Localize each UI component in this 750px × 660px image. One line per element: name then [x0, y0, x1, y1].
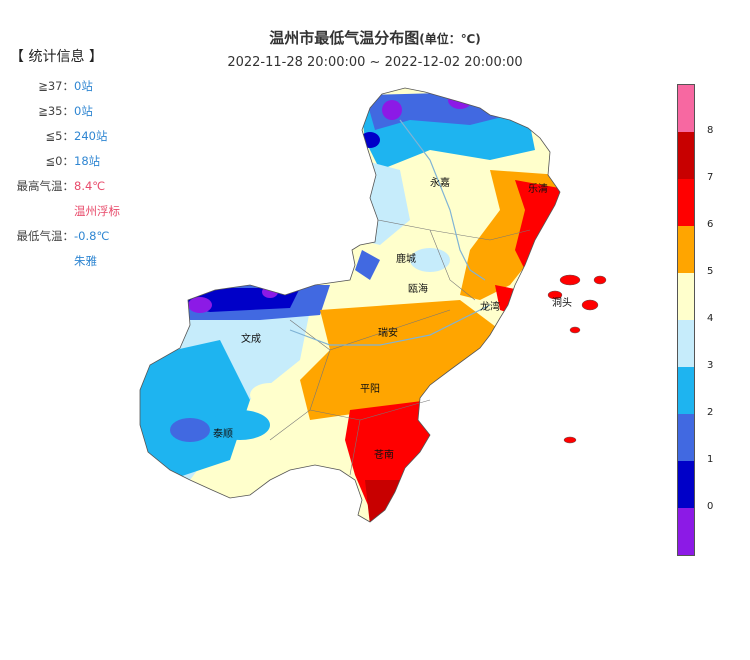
- legend-label: 5: [707, 266, 714, 277]
- legend-label: 6: [707, 219, 714, 230]
- legend-swatch: [678, 273, 694, 320]
- legend-label: 8: [707, 125, 714, 136]
- city-label: 鹿城: [396, 252, 416, 265]
- max-temp-station-link[interactable]: 温州浮标: [74, 199, 120, 224]
- title-unit: (单位：℃): [419, 32, 481, 46]
- city-label: 文成: [241, 332, 261, 345]
- city-label: 洞头: [552, 297, 572, 309]
- stat-value: 240站: [74, 129, 108, 143]
- legend-swatch: [678, 85, 694, 132]
- legend-swatch: [678, 461, 694, 508]
- legend-label: 7: [707, 172, 714, 183]
- legend-swatch: [678, 226, 694, 273]
- legend-label: 4: [707, 313, 714, 324]
- map-title: 温州市最低气温分布图(单位：℃): [0, 27, 750, 48]
- min-temp-station-link[interactable]: 朱雅: [74, 249, 97, 274]
- stat-label: [10, 199, 74, 224]
- city-label: 永嘉: [430, 176, 450, 189]
- stat-label: 最低气温：: [16, 229, 75, 243]
- legend-swatch: [678, 508, 694, 555]
- city-label: 平阳: [360, 383, 380, 395]
- city-label: 龙湾: [480, 300, 500, 313]
- temperature-map: 永嘉 乐清 鹿城 瓯海 龙湾 洞头 文成 瑞安 平阳 泰顺 苍南: [139, 87, 607, 523]
- legend-swatch: [678, 179, 694, 226]
- stat-value: 0站: [74, 104, 93, 118]
- stat-label: ≦5：: [45, 129, 74, 143]
- city-label: 瑞安: [378, 326, 398, 339]
- legend-label: 3: [707, 360, 714, 371]
- legend-label: 0: [707, 501, 714, 512]
- legend-swatch: [678, 367, 694, 414]
- stats-heading: 【 统计信息 】: [10, 49, 103, 65]
- legend-label: 1: [707, 454, 714, 465]
- city-label: 瓯海: [408, 282, 428, 295]
- legend-label: 2: [707, 407, 714, 418]
- legend-swatch: [678, 132, 694, 179]
- stat-label: 最高气温：: [16, 179, 75, 193]
- max-temp-value: 8.4℃: [74, 179, 106, 193]
- title-text: 温州市最低气温分布图: [269, 29, 420, 47]
- min-temp-value: -0.8℃: [74, 229, 110, 243]
- city-label: 苍南: [374, 448, 394, 461]
- legend-swatch: [678, 320, 694, 367]
- stat-label: ≧35：: [38, 104, 74, 118]
- stat-label: [10, 249, 74, 274]
- stat-value: 0站: [74, 79, 93, 93]
- stat-label: ≧37：: [38, 79, 74, 93]
- stat-value: 18站: [74, 154, 101, 168]
- city-label: 泰顺: [213, 427, 233, 440]
- city-label: 乐清: [528, 182, 548, 195]
- legend-swatch: [678, 414, 694, 461]
- legend-colorbar: [677, 84, 695, 556]
- color-legend: 8 7 6 5 4 3 2 1 0: [677, 84, 713, 556]
- temperature-fill: [140, 88, 560, 522]
- stat-label: ≦0：: [45, 154, 74, 168]
